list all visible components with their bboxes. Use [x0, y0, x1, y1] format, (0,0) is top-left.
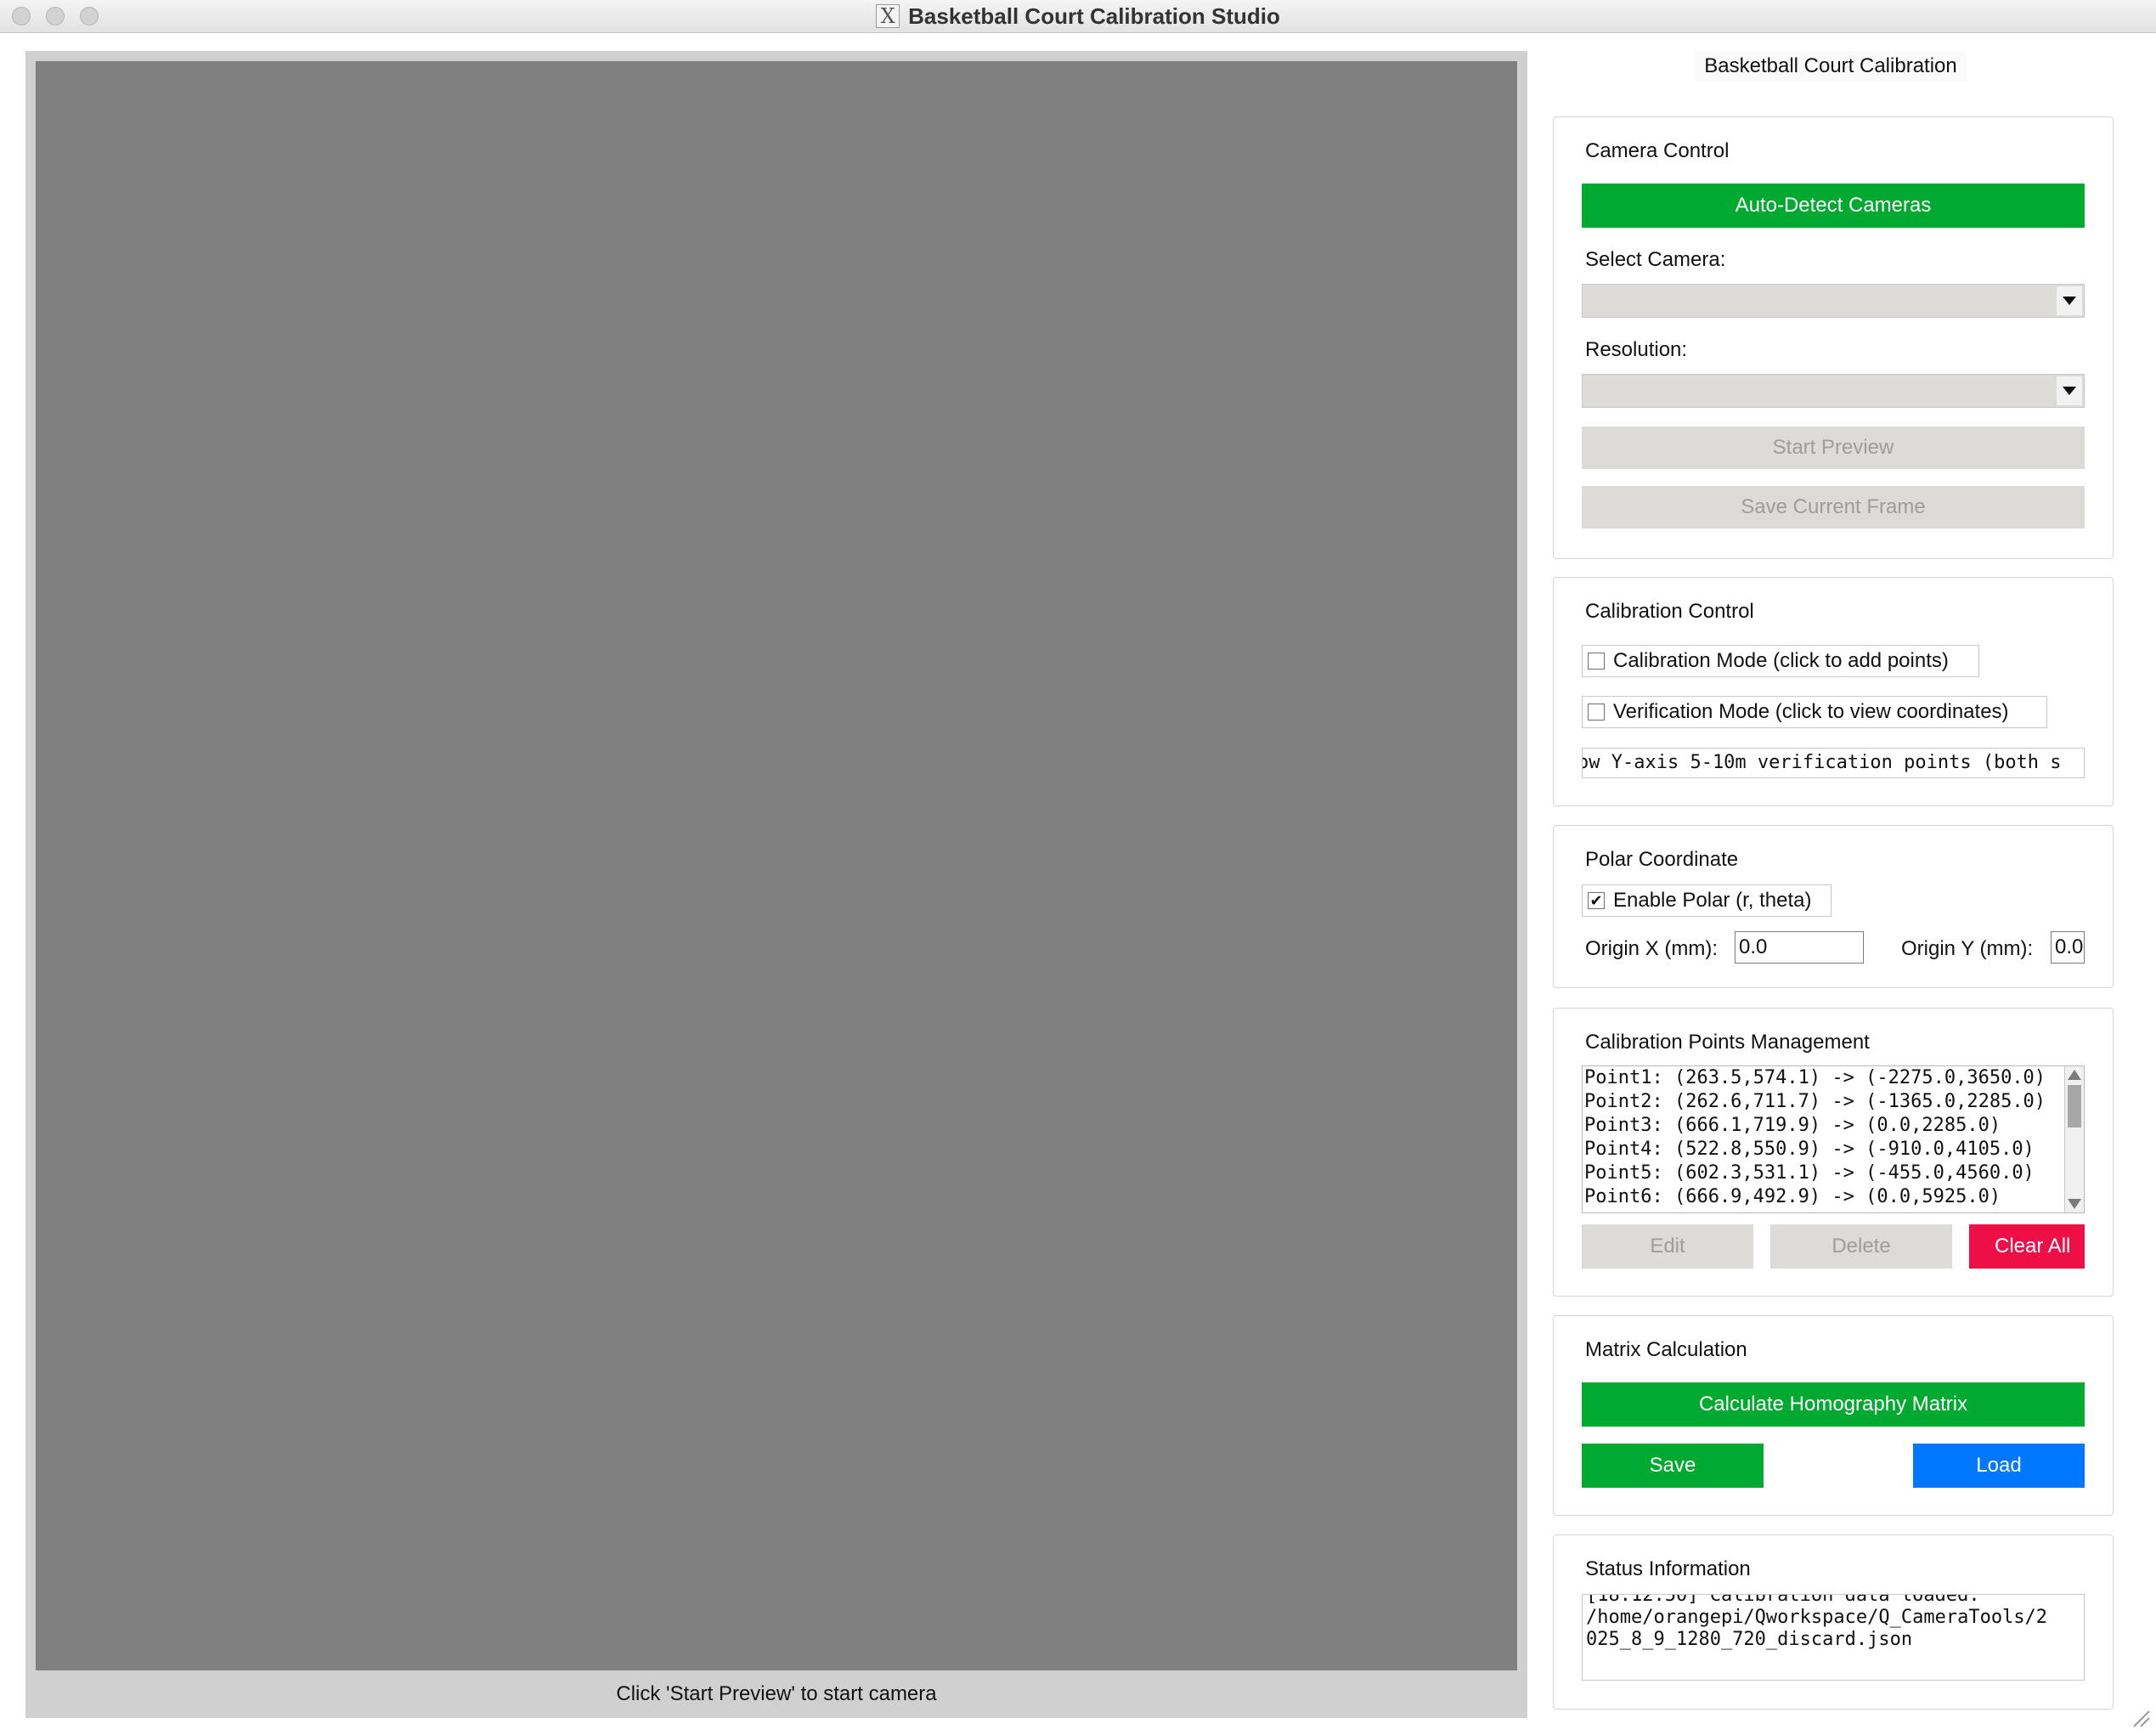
list-item[interactable]: Point2: (262.6,711.7) -> (-1365.0,2285.0… — [1583, 1090, 2084, 1114]
enable-polar-checkbox[interactable]: ✔ Enable Polar (r, theta) — [1582, 884, 1831, 917]
verification-hint-text: ow Y-axis 5-10m verification points (bot… — [1582, 752, 2062, 773]
save-matrix-button[interactable]: Save — [1582, 1444, 1764, 1488]
resolution-label: Resolution: — [1585, 338, 1688, 361]
resolution-dropdown[interactable] — [1582, 374, 2085, 408]
window-title: Basketball Court Calibration Studio — [908, 3, 1280, 29]
calibration-points-list[interactable]: Point1: (263.5,574.1) -> (-2275.0,3650.0… — [1582, 1065, 2085, 1213]
status-log[interactable]: [18:12:50] Calibration data loaded: /hom… — [1582, 1594, 2085, 1681]
status-information-title: Status Information — [1585, 1557, 1751, 1580]
scroll-up-icon[interactable] — [2068, 1070, 2081, 1080]
list-item[interactable]: Point3: (666.1,719.9) -> (0.0,2285.0) — [1583, 1114, 2084, 1138]
matrix-calculation-title: Matrix Calculation — [1585, 1338, 1747, 1361]
camera-control-title: Camera Control — [1585, 139, 1730, 162]
origin-y-input[interactable]: 0.0 — [2051, 931, 2085, 964]
auto-detect-cameras-button[interactable]: Auto-Detect Cameras — [1582, 184, 2085, 228]
checkmark-icon: ✔ — [1588, 892, 1605, 909]
x11-icon: X — [876, 4, 900, 28]
verification-mode-label: Verification Mode (click to view coordin… — [1613, 700, 2009, 723]
scroll-down-icon[interactable] — [2068, 1199, 2081, 1209]
polar-coordinate-title: Polar Coordinate — [1585, 848, 1739, 871]
checkbox-box — [1588, 704, 1605, 721]
delete-point-button[interactable]: Delete — [1770, 1224, 1952, 1269]
enable-polar-label: Enable Polar (r, theta) — [1613, 889, 1812, 912]
select-camera-dropdown[interactable] — [1582, 284, 2085, 318]
status-line: [18:12:50] Calibration data loaded: — [1586, 1594, 1980, 1606]
calibration-mode-label: Calibration Mode (click to add points) — [1613, 649, 1949, 672]
origin-x-input[interactable]: 0.0 — [1735, 931, 1864, 964]
resize-grip-icon[interactable] — [2132, 1710, 2151, 1728]
save-current-frame-button[interactable]: Save Current Frame — [1582, 486, 2085, 528]
list-item[interactable]: Point6: (666.9,492.9) -> (0.0,5925.0) — [1583, 1185, 2084, 1209]
calibration-mode-checkbox[interactable]: Calibration Mode (click to add points) — [1582, 645, 1979, 677]
list-item[interactable]: Point4: (522.8,550.9) -> (-910.0,4105.0) — [1583, 1138, 2084, 1161]
list-item[interactable]: Point5: (602.3,531.1) -> (-455.0,4560.0) — [1583, 1161, 2084, 1185]
panel-title: Basketball Court Calibration — [1695, 51, 1967, 82]
status-line: 025_8_9_1280_720_discard.json — [1586, 1629, 1913, 1650]
load-matrix-button[interactable]: Load — [1913, 1444, 2085, 1488]
verification-hint-field[interactable]: ow Y-axis 5-10m verification points (bot… — [1582, 748, 2085, 778]
calculate-homography-button[interactable]: Calculate Homography Matrix — [1582, 1382, 2085, 1427]
clear-all-points-button[interactable]: Clear All — [1969, 1224, 2085, 1269]
calibration-control-title: Calibration Control — [1585, 600, 1754, 623]
window-title-area: X Basketball Court Calibration Studio — [0, 0, 2156, 32]
origin-x-label: Origin X (mm): — [1585, 937, 1718, 960]
origin-y-label: Origin Y (mm): — [1901, 937, 2034, 960]
select-camera-label: Select Camera: — [1585, 248, 1726, 271]
start-preview-button[interactable]: Start Preview — [1582, 427, 2085, 469]
edit-point-button[interactable]: Edit — [1582, 1224, 1753, 1269]
camera-preview[interactable] — [36, 61, 1517, 1670]
checkbox-box — [1588, 653, 1605, 670]
window-titlebar: X Basketball Court Calibration Studio — [0, 0, 2156, 33]
chevron-down-icon — [2057, 376, 2082, 405]
preview-status-label: Click 'Start Preview' to start camera — [616, 1682, 937, 1705]
calibration-points-title: Calibration Points Management — [1585, 1031, 1870, 1054]
verification-mode-checkbox[interactable]: Verification Mode (click to view coordin… — [1582, 696, 2047, 728]
status-line: /home/orangepi/Qworkspace/Q_CameraTools/… — [1586, 1607, 2048, 1628]
list-item[interactable]: Point1: (263.5,574.1) -> (-2275.0,3650.0… — [1583, 1066, 2084, 1090]
points-scrollbar[interactable] — [2064, 1066, 2084, 1212]
scroll-thumb[interactable] — [2068, 1085, 2081, 1127]
chevron-down-icon — [2057, 286, 2082, 315]
